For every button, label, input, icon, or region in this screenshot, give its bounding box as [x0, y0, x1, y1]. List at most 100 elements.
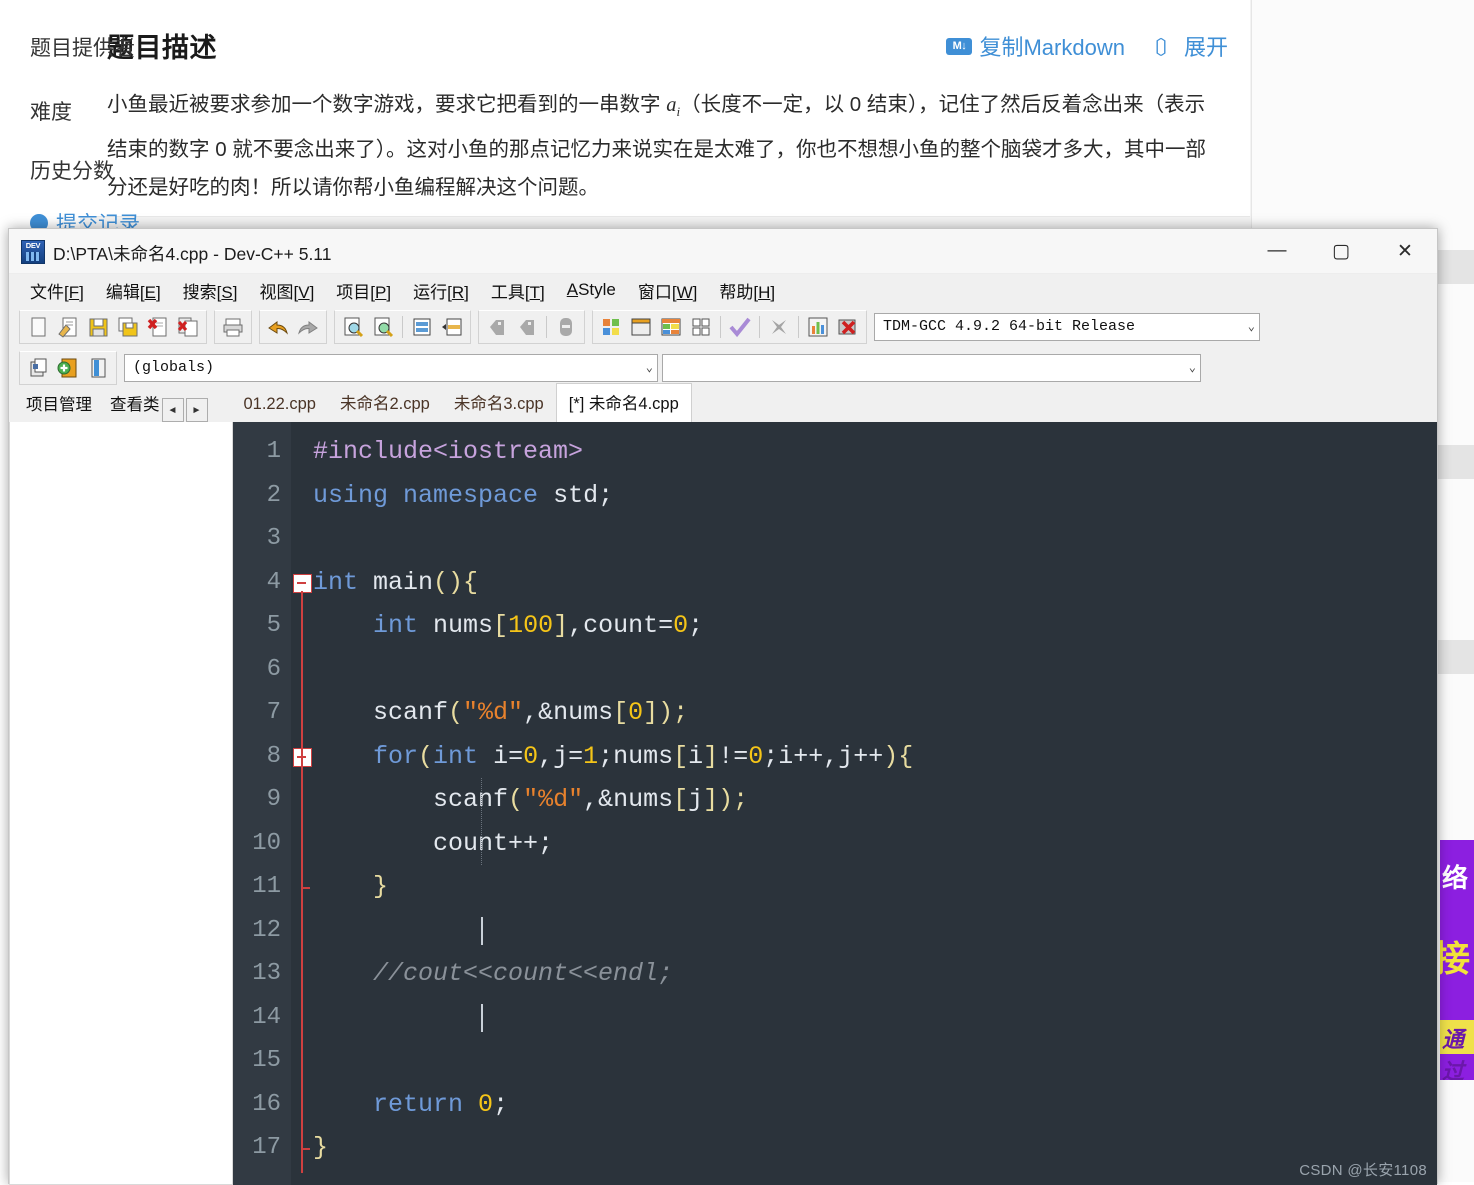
find-icon[interactable] — [338, 313, 368, 341]
menu-search[interactable]: 搜索[S] — [174, 275, 247, 306]
desc-variable: ai — [666, 94, 681, 120]
compile-run-icon[interactable] — [656, 313, 686, 341]
project-manager-panel[interactable] — [9, 422, 233, 1185]
back-icon[interactable] — [482, 313, 512, 341]
window-title-bar[interactable]: DEV D:\PTA\未命名4.cpp - Dev-C++ 5.11 — ▢ ✕ — [9, 229, 1437, 274]
save-all-icon[interactable] — [113, 313, 143, 341]
insert-icon[interactable] — [23, 354, 53, 382]
code-line[interactable]: //cout<<count<<endl; — [313, 952, 1437, 996]
undo-icon[interactable] — [263, 313, 293, 341]
copy-markdown-button[interactable]: M↓ 复制Markdown — [946, 30, 1125, 62]
maximize-button[interactable]: ▢ — [1309, 229, 1373, 273]
indent-caret-mark — [481, 1003, 483, 1032]
code-token: return — [373, 1089, 464, 1119]
code-line[interactable]: } — [313, 1126, 1437, 1170]
toggle-icon[interactable] — [551, 313, 581, 341]
advertisement-banner[interactable]: 络 接 通过 — [1440, 840, 1474, 1080]
profile-icon[interactable] — [803, 313, 833, 341]
file-tab-3[interactable]: [*] 未命名4.cpp — [555, 383, 692, 422]
toolbar-separator — [798, 315, 799, 338]
forward-icon[interactable] — [512, 313, 542, 341]
goto-line-icon[interactable] — [407, 313, 437, 341]
toolbar-separator — [720, 315, 721, 338]
goto-function-icon[interactable] — [437, 313, 467, 341]
close-button[interactable]: ✕ — [1373, 229, 1437, 273]
code-token: ] — [703, 741, 719, 771]
print-icon[interactable] — [218, 313, 248, 341]
expand-label: 展开 — [1183, 35, 1228, 60]
panel-tab-project-manager[interactable]: 项目管理 — [17, 385, 101, 422]
copy-markdown-label: 复制Markdown — [979, 35, 1125, 60]
code-editor[interactable]: 1 2 3 4 5 6 7 8 9 10 11 12 13 14 15 16 17 #include<iostr… — [233, 422, 1437, 1185]
file-tab-0[interactable]: 01.22.cpp — [232, 389, 328, 422]
fold-inner-end-tick — [301, 887, 310, 889]
panel-scroll-right-icon[interactable]: ► — [185, 398, 208, 422]
expand-button[interactable]: 〔〕 展开 — [1143, 30, 1228, 62]
code-token: ; — [688, 611, 704, 640]
rebuild-icon[interactable] — [686, 313, 716, 341]
panel-scroll-left-icon[interactable]: ◄ — [161, 398, 184, 422]
close-file-icon[interactable] — [143, 313, 173, 341]
member-select[interactable]: ⌄ — [662, 353, 1201, 382]
replace-icon[interactable] — [368, 313, 398, 341]
menu-astyle[interactable]: AStyle — [558, 277, 625, 303]
code-text-area[interactable]: #include<iostream> using namespace std; i… — [313, 422, 1437, 1185]
panel-tab-class-browser[interactable]: 查看类 — [101, 385, 162, 422]
line-number: 8 — [266, 742, 281, 770]
ad-line-1: 络 — [1442, 863, 1469, 893]
code-line[interactable]: int nums[100],count=0; — [313, 604, 1437, 648]
scope-select[interactable]: (globals) ⌄ — [124, 353, 658, 382]
window-controls: — ▢ ✕ — [1245, 229, 1437, 273]
new-file-icon[interactable] — [23, 313, 53, 341]
stop-icon[interactable] — [764, 313, 794, 341]
line-number: 17 — [252, 1134, 281, 1161]
code-line[interactable]: int main(){ — [313, 561, 1437, 605]
file-tab-1[interactable]: 未命名2.cpp — [328, 384, 442, 422]
code-token: [ — [613, 698, 629, 727]
toolbar-separator — [759, 315, 760, 338]
toggle-bookmark-icon[interactable] — [53, 354, 83, 382]
menu-view[interactable]: 视图[V] — [250, 275, 323, 306]
debug-stop-icon[interactable] — [833, 313, 863, 341]
menu-tools[interactable]: 工具[T] — [482, 275, 554, 306]
line-number: 3 — [266, 525, 281, 552]
compiler-select[interactable]: TDM-GCC 4.9.2 64-bit Release ⌄ — [874, 312, 1260, 341]
code-line[interactable]: } — [313, 865, 1437, 909]
toolbar-group-undo — [259, 309, 327, 344]
redo-icon[interactable] — [293, 313, 323, 341]
menu-file[interactable]: 文件[F] — [21, 275, 93, 306]
compile-icon[interactable] — [596, 313, 626, 341]
code-line[interactable]: scanf("%d",&nums[0]); — [313, 691, 1437, 735]
menu-project[interactable]: 项目[P] — [327, 275, 400, 306]
save-icon[interactable] — [83, 313, 113, 341]
code-line[interactable]: return 0; — [313, 1083, 1437, 1127]
goto-bookmark-icon[interactable] — [83, 354, 113, 382]
code-line[interactable] — [313, 1039, 1437, 1083]
run-icon[interactable] — [626, 313, 656, 341]
code-line[interactable]: #include<iostream> — [313, 430, 1437, 474]
file-tab-2[interactable]: 未命名3.cpp — [442, 384, 556, 422]
line-number-gutter: 1 2 3 4 5 6 7 8 9 10 11 12 13 14 15 16 17 — [233, 422, 291, 1185]
menu-window[interactable]: 窗口[W] — [629, 275, 707, 306]
code-line[interactable]: for(int i=0,j=1;nums[i]!=0;i++,j++){ — [313, 735, 1437, 779]
code-folding-column[interactable] — [291, 422, 313, 1185]
menu-run[interactable]: 运行[R] — [404, 275, 478, 306]
code-token: ,j= — [538, 741, 584, 771]
code-token: j — [688, 785, 704, 814]
devcpp-icon: DEV — [21, 240, 45, 264]
syntax-check-icon[interactable] — [725, 313, 755, 341]
menu-edit[interactable]: 编辑[E] — [97, 275, 170, 306]
chevron-down-icon: ⌄ — [1247, 320, 1255, 334]
open-file-icon[interactable] — [53, 313, 83, 341]
line-number: 10 — [252, 829, 281, 857]
line-number: 2 — [266, 481, 281, 509]
code-line[interactable] — [313, 648, 1437, 692]
code-token: 1 — [583, 741, 599, 771]
close-all-icon[interactable] — [173, 313, 203, 341]
code-token: int — [373, 611, 419, 640]
minimize-button[interactable]: — — [1245, 229, 1309, 273]
code-line[interactable]: using namespace std; — [313, 474, 1437, 518]
code-line[interactable] — [313, 517, 1437, 561]
code-token: ,&nums — [583, 785, 674, 814]
menu-help[interactable]: 帮助[H] — [710, 275, 784, 306]
